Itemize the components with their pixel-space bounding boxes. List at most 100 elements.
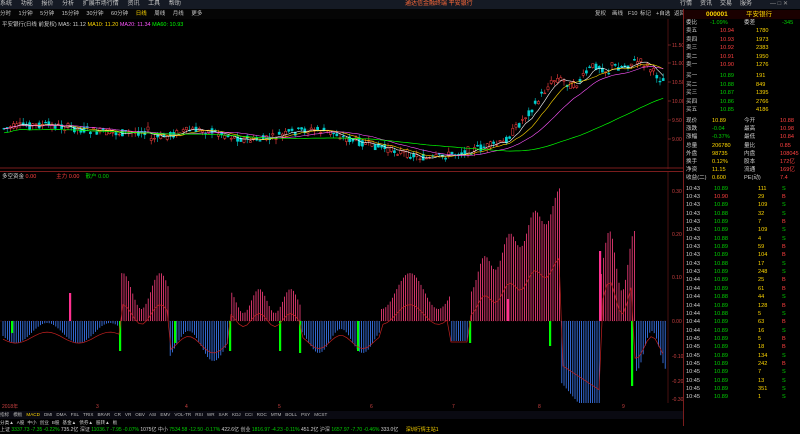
- indicator-tab[interactable]: CR: [114, 412, 121, 417]
- indicator-tab[interactable]: WR: [207, 412, 215, 417]
- period-month[interactable]: 月线: [173, 11, 184, 17]
- indicator-info-bar: 多空资金 0.00 主力 0.00 散户 0.00: [2, 172, 109, 180]
- bid-price: 10.85: [720, 107, 734, 114]
- stat-label: 最高: [744, 126, 756, 133]
- commission-ratio: -1.09%: [710, 20, 728, 26]
- btn-draw[interactable]: 画线: [612, 9, 623, 19]
- indicator-tab[interactable]: VR: [125, 412, 131, 417]
- indicator-tab[interactable]: ASI: [149, 412, 156, 417]
- ask-price: 10.91: [720, 53, 734, 60]
- candle-body: [463, 150, 467, 155]
- menu-quote[interactable]: 报价: [41, 0, 53, 9]
- indicator-signal-bar: [174, 321, 177, 343]
- indicator-tick-label: 0.10: [672, 275, 682, 281]
- category-tab[interactable]: 中小: [27, 420, 36, 425]
- bid-row: 买四 10.86 2766: [684, 99, 800, 106]
- window-controls-icon[interactable]: — □ ✕: [770, 0, 788, 9]
- top-btn-trade[interactable]: 交易: [720, 0, 732, 9]
- menu-info[interactable]: 资讯: [127, 0, 139, 9]
- indicator-tab[interactable]: 模板: [13, 412, 22, 417]
- period-more[interactable]: 更多: [191, 11, 202, 17]
- menu-bar: 系统 功能 报价 分析 扩展市场行情 资讯 工具 帮助 通达信金融终端 平安银行…: [0, 0, 800, 9]
- indicator-tab[interactable]: VOL-TR: [174, 412, 191, 417]
- indicator-tab[interactable]: MCST: [314, 412, 327, 417]
- btn-f10[interactable]: F10: [628, 9, 637, 19]
- period-day[interactable]: 日线: [136, 11, 147, 17]
- category-tab[interactable]: 债券▲: [79, 420, 93, 425]
- indicator-tab[interactable]: 指标: [0, 412, 9, 417]
- candle-body: [290, 128, 294, 131]
- stat-value: -0.37%: [712, 134, 730, 141]
- indicator-tab[interactable]: MTM: [271, 412, 281, 417]
- menu-system[interactable]: 系统: [0, 0, 12, 9]
- menu-help[interactable]: 帮助: [169, 0, 181, 9]
- cy-index-pct: -0.11%: [284, 427, 300, 433]
- indicator-tab[interactable]: KDJ: [232, 412, 241, 417]
- indicator-tick-label: -0.10: [672, 354, 683, 360]
- indicator-chart[interactable]: 0.300.200.100.00-0.10-0.20-0.30: [0, 171, 683, 403]
- indicator-tab[interactable]: BRAR: [97, 412, 110, 417]
- period-30m[interactable]: 30分钟: [86, 11, 103, 17]
- indicator-tab[interactable]: MACD: [26, 412, 40, 417]
- period-60m[interactable]: 60分钟: [111, 11, 128, 17]
- kline-chart[interactable]: 11.50 11.00 10.50 10.00 9.50 9.00: [0, 19, 683, 169]
- indicator-tab[interactable]: TRIX: [83, 412, 93, 417]
- indicator-tab[interactable]: PSY: [301, 412, 310, 417]
- sz-index-label[interactable]: 深证: [80, 427, 90, 433]
- candle-body: [44, 121, 47, 124]
- btn-add-favorite[interactable]: +自选: [656, 9, 670, 19]
- commission-diff: -345: [782, 20, 794, 26]
- tick-volume: 59: [758, 244, 765, 251]
- zx-index-label[interactable]: 中小: [158, 427, 168, 433]
- period-15m[interactable]: 15分钟: [62, 11, 79, 17]
- period-1m[interactable]: 1分钟: [19, 11, 33, 17]
- period-week[interactable]: 周线: [154, 11, 165, 17]
- menu-function[interactable]: 功能: [21, 0, 33, 9]
- candle-body: [607, 72, 611, 75]
- indicator-tab[interactable]: FSL: [71, 412, 79, 417]
- stat-value: 10.84: [780, 134, 794, 141]
- price-tick-label: 9.50: [672, 118, 682, 124]
- top-btn-service[interactable]: 服务: [740, 0, 752, 9]
- candle-body: [393, 150, 396, 153]
- indicator-tab[interactable]: OBV: [135, 412, 145, 417]
- category-tab[interactable]: 基金▲: [62, 420, 76, 425]
- cy-index-label[interactable]: 创业: [240, 427, 250, 433]
- candle-body: [437, 153, 441, 155]
- bid-row: 买二 10.88 849: [684, 82, 800, 89]
- btn-mark[interactable]: 标记: [640, 9, 651, 19]
- top-btn-news[interactable]: 资讯: [700, 0, 712, 9]
- category-tab[interactable]: 创业: [40, 420, 49, 425]
- ask-label: 卖二: [686, 53, 698, 60]
- indicator-tab[interactable]: DMA: [56, 412, 66, 417]
- indicator-tick-label: 0.20: [672, 232, 682, 238]
- sz-index-pct: -0.07%: [123, 427, 139, 433]
- period-tick[interactable]: 分时: [0, 11, 11, 17]
- category-tab[interactable]: A股: [17, 420, 25, 425]
- indicator-tab[interactable]: BOLL: [285, 412, 297, 417]
- btn-adjust[interactable]: 复权: [595, 9, 606, 19]
- menu-analysis[interactable]: 分析: [62, 0, 74, 9]
- category-tab[interactable]: B股: [52, 420, 60, 425]
- indicator-tab[interactable]: DMI: [44, 412, 52, 417]
- tick-price: 10.88: [714, 310, 728, 317]
- indicator-tab[interactable]: RSI: [195, 412, 203, 417]
- indicator-tab[interactable]: SAR: [219, 412, 228, 417]
- stat-value: 10.98: [780, 126, 794, 133]
- tick-price: 10.89: [714, 386, 728, 392]
- menu-tools[interactable]: 工具: [148, 0, 160, 9]
- top-btn-quote[interactable]: 行情: [680, 0, 692, 9]
- date-label: 8: [538, 404, 541, 410]
- indicator-tab[interactable]: ROC: [257, 412, 267, 417]
- indicator-tab[interactable]: EMV: [160, 412, 170, 417]
- indicator-tab[interactable]: CCI: [245, 412, 253, 417]
- hs-index-label[interactable]: 沪深: [320, 427, 330, 433]
- tick-direction: B: [782, 285, 786, 292]
- category-tab[interactable]: 分类▲: [0, 420, 14, 425]
- category-tab[interactable]: 股转▲: [96, 420, 110, 425]
- period-5m[interactable]: 5分钟: [40, 11, 54, 17]
- candle-body: [399, 150, 403, 154]
- sh-index-label[interactable]: 上证: [0, 427, 10, 433]
- menu-ext-market[interactable]: 扩展市场行情: [83, 0, 119, 9]
- candle-body: [12, 123, 15, 129]
